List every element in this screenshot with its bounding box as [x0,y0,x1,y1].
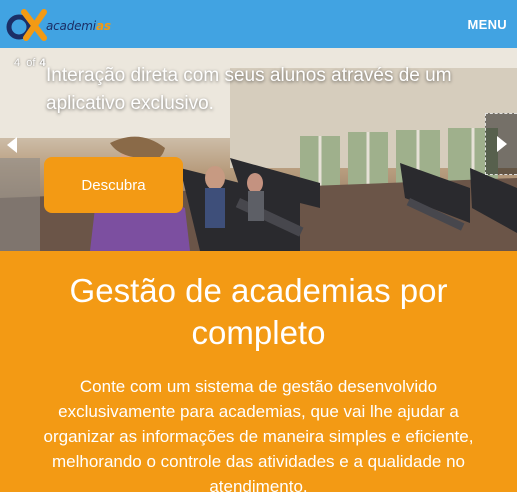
slide-counter-total: 4 [39,57,46,69]
discover-button[interactable]: Descubra [44,157,183,213]
site-header: academias MENU [0,0,517,48]
slide-counter: 4 of 4 [14,57,46,69]
logo[interactable]: academias [4,0,111,48]
slide-counter-sep: of [26,57,36,69]
feature-section: Gestão de academias por completo Conte c… [0,251,517,492]
slider-next-button[interactable] [485,113,517,175]
chevron-right-icon [496,136,507,152]
hero-slider: 4 of 4 Interação direta com seus alunos a… [0,48,517,251]
chevron-left-icon [7,137,17,153]
slide-caption: Interação direta com seus alunos através… [46,65,452,114]
logo-mark-icon [6,9,47,41]
slider-prev-button[interactable] [2,132,22,158]
page: academias MENU 4 of 4 Interação direta c… [0,0,517,492]
feature-title: Gestão de academias por completo [69,272,448,351]
feature-description: Conte com um sistema de gestão desenvolv… [43,377,474,492]
slide-counter-current: 4 [14,57,21,69]
logo-wordmark: academias [46,19,111,33]
menu-button[interactable]: MENU [460,11,509,38]
